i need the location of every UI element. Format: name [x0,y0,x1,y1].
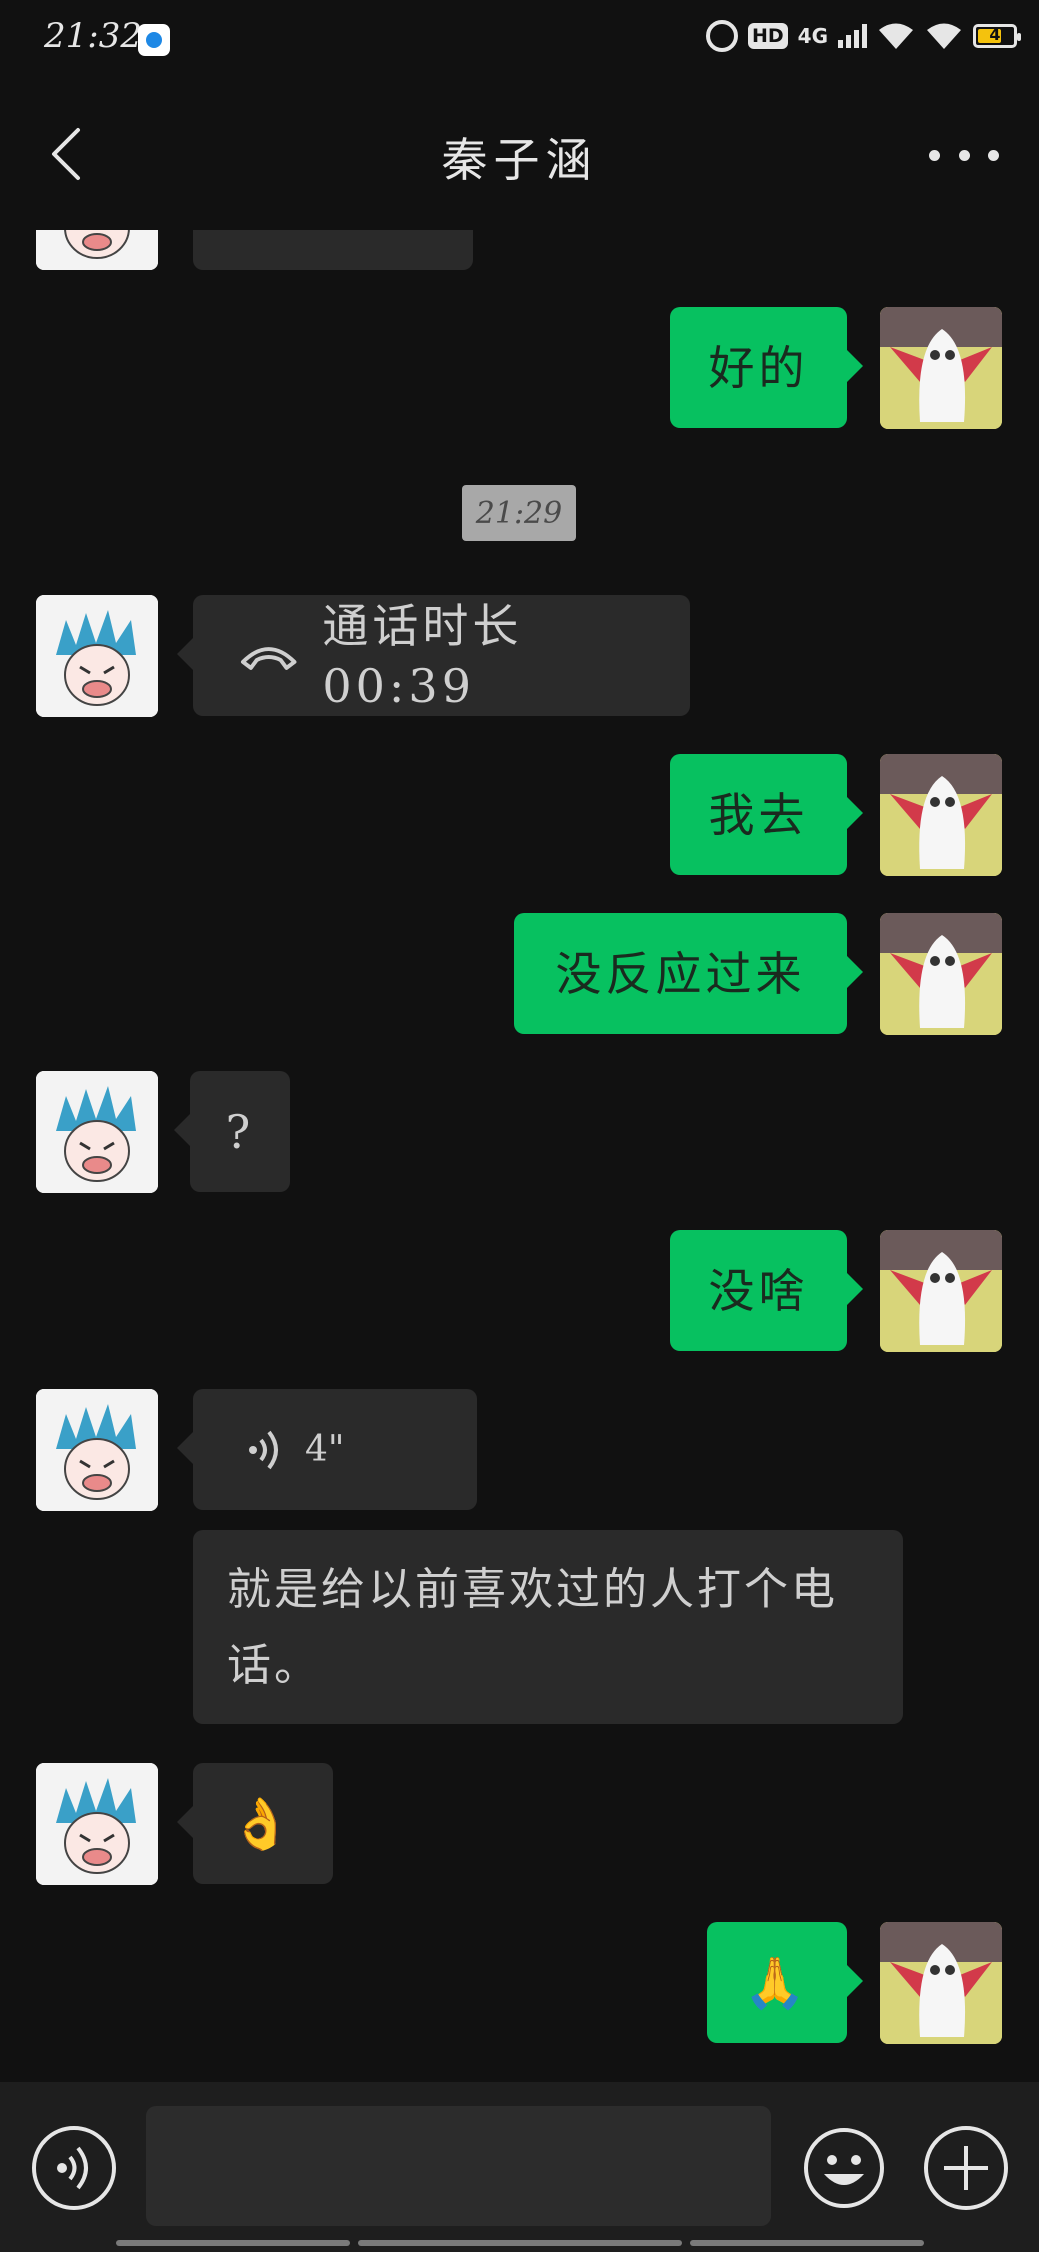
spiky-hair-avatar-icon [36,595,158,717]
app-notification-icon [138,24,170,56]
message-bubble-outgoing[interactable]: 🙏 [707,1922,863,2043]
more-dots-icon [929,149,940,161]
my-avatar[interactable] [880,1230,1002,1352]
hd-icon: HD [747,23,788,49]
message-bubble-outgoing[interactable]: 好的 [670,307,863,428]
chat-area[interactable]: 好的 21:29 通话时长 00:39 我去 没反应过来 ? 没啥 4" 就是给… [0,0,1039,2082]
battery-level: 4 [989,25,1001,44]
contact-avatar[interactable] [36,1389,158,1511]
call-duration-label: 通话时长 00:39 [322,598,523,713]
my-avatar[interactable] [880,307,1002,429]
ghost-avatar-icon [880,307,1002,429]
my-avatar[interactable] [880,913,1002,1035]
contact-avatar[interactable] [36,1071,158,1193]
wifi-icon [927,23,961,49]
emoji-button[interactable] [802,2126,886,2210]
message-bubble-incoming[interactable]: 👌 [177,1763,333,1884]
emoji-icon [804,2128,884,2208]
plus-button[interactable] [924,2126,1008,2210]
message-text: 我去 [708,787,809,842]
message-bubble-outgoing[interactable]: 我去 [670,754,863,875]
spiky-hair-avatar-icon [36,1071,158,1193]
message-text: 好的 [708,340,809,395]
voice-icon [57,2146,88,2190]
more-button[interactable] [929,140,999,170]
timestamp: 21:29 [462,485,576,541]
voice-message-bubble[interactable]: 4" [177,1389,477,1510]
voice-transcript-text: 就是给以前喜欢过的人打个电话。 [227,1564,838,1691]
phone-hangup-icon [240,646,297,670]
ghost-avatar-icon [880,754,1002,876]
status-icons: HD 4G 4 [705,20,1021,52]
home-indicator [358,2240,682,2246]
alarm-icon [705,20,738,52]
contact-avatar[interactable] [36,595,158,717]
battery-icon: 4 [973,24,1021,48]
message-bubble-outgoing[interactable]: 没反应过来 [514,913,863,1034]
ghost-avatar-icon [880,1230,1002,1352]
message-input[interactable] [146,2106,771,2226]
spiky-hair-avatar-icon [36,1763,158,1885]
pray-emoji: 🙏 [743,1953,811,2012]
chat-header: 秦子涵 [0,80,1039,230]
my-avatar[interactable] [880,1922,1002,2044]
message-bubble-incoming[interactable]: ? [174,1071,290,1192]
ghost-avatar-icon [880,1922,1002,2044]
message-text: 没啥 [708,1263,809,1318]
home-indicator [690,2240,924,2246]
my-avatar[interactable] [880,754,1002,876]
call-record-bubble[interactable]: 通话时长 00:39 [177,595,690,716]
signal-icon [838,24,867,48]
ghost-avatar-icon [880,913,1002,1035]
status-time: 21:32 [44,16,142,56]
message-bubble-outgoing[interactable]: 没啥 [670,1230,863,1351]
voice-wave-icon [249,1430,278,1469]
contact-avatar[interactable] [36,1763,158,1885]
message-text: 没反应过来 [555,946,806,1001]
ok-hand-emoji: 👌 [229,1794,297,1853]
home-indicator [116,2240,350,2246]
spiky-hair-avatar-icon [36,1389,158,1511]
message-text: ? [225,1104,255,1159]
network-type: 4G [797,24,828,48]
input-bar [0,2082,1039,2252]
wifi-icon [879,23,913,49]
voice-input-button[interactable] [32,2126,116,2210]
voice-duration: 4" [305,1428,345,1470]
status-bar: 21:32 HD 4G 4 [0,0,1039,80]
page-title: 秦子涵 [441,133,598,187]
voice-transcript-bubble[interactable]: 就是给以前喜欢过的人打个电话。 [193,1530,903,1724]
